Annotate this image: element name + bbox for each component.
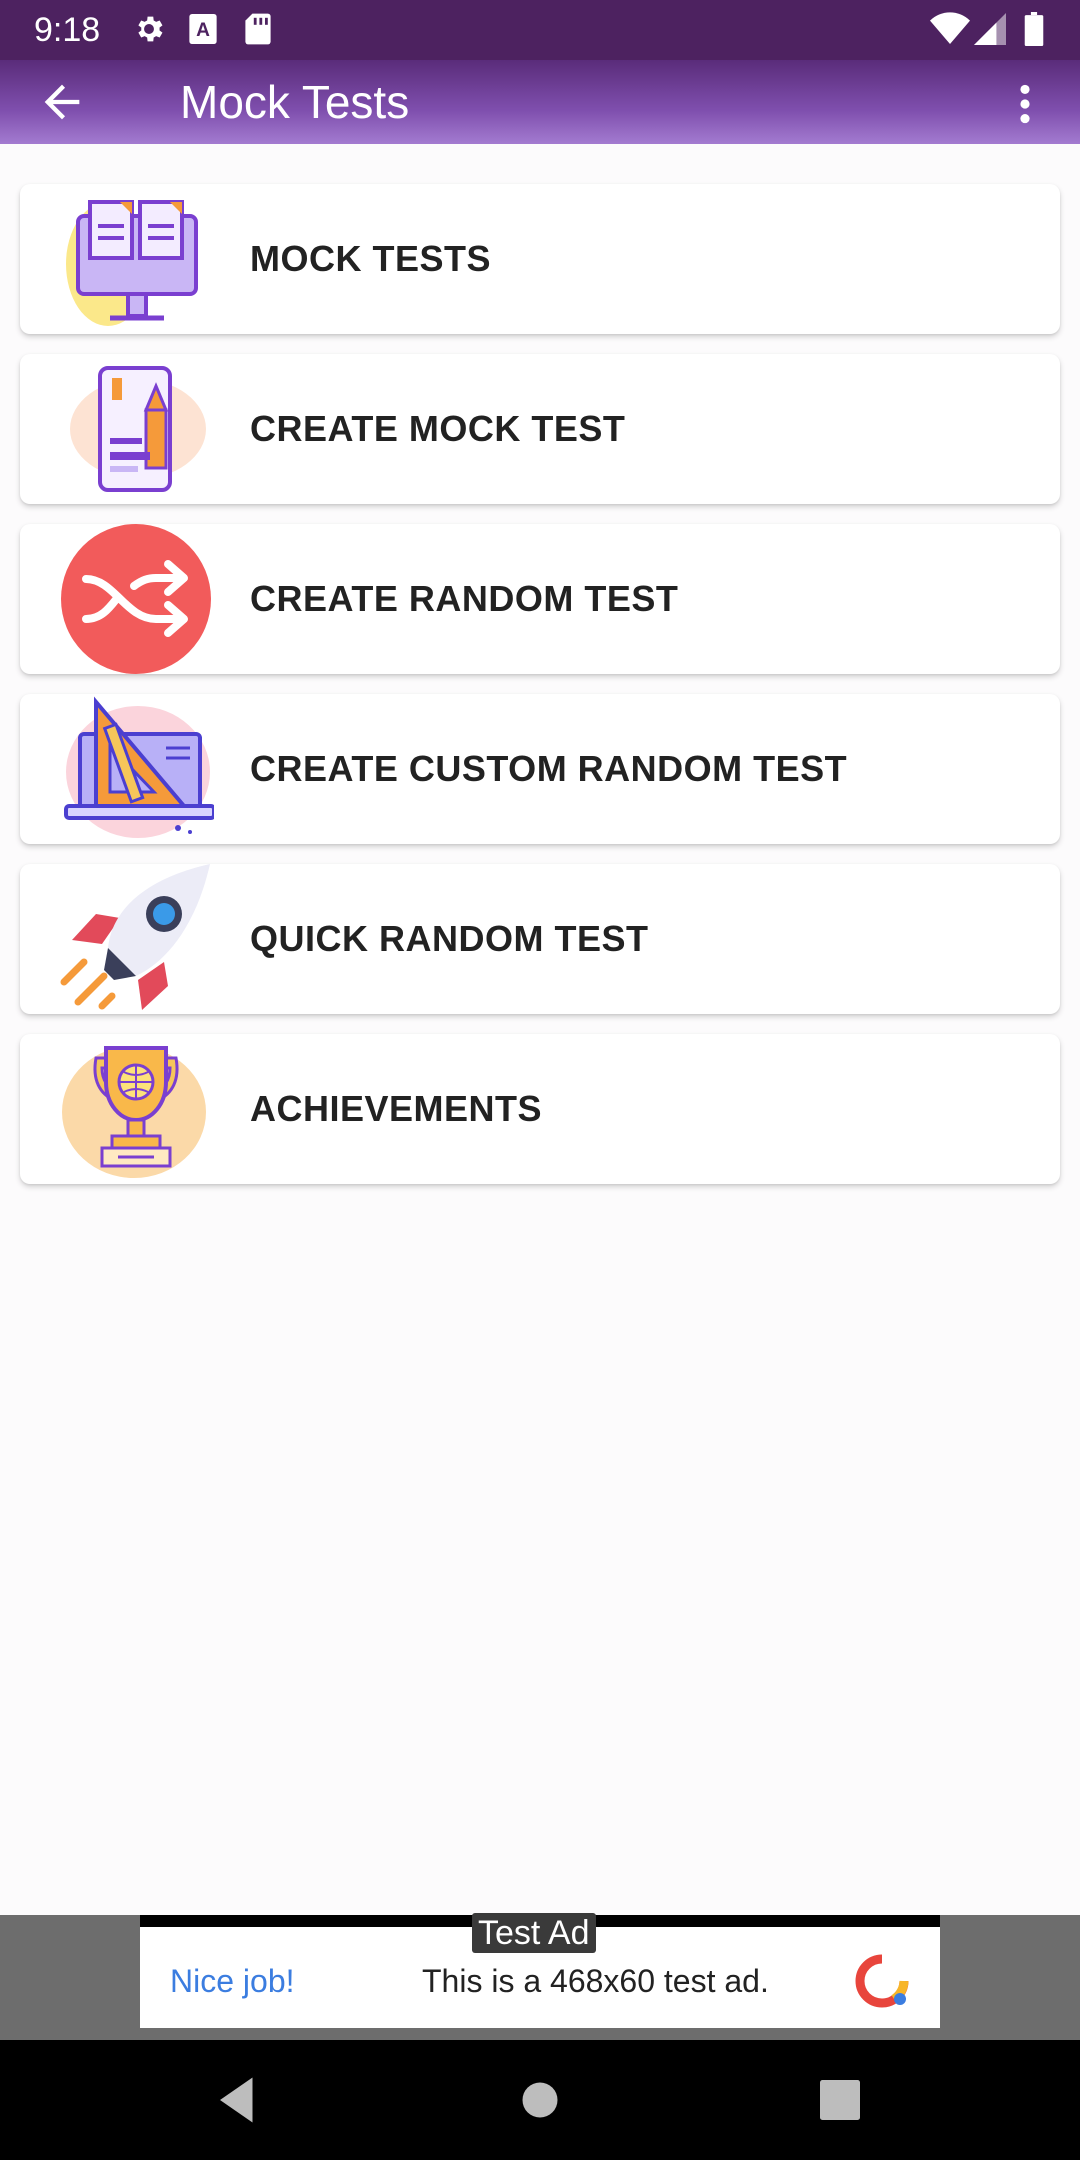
back-triangle-icon [220,2077,253,2123]
menu-item-achievements[interactable]: ACHIEVEMENTS [20,1034,1060,1184]
ad-logo-icon [854,1953,910,2009]
menu-item-mock-tests[interactable]: MOCK TESTS [20,184,1060,334]
ad-tag: Test Ad [472,1913,596,1953]
sd-card-icon [244,12,272,51]
back-button[interactable] [36,76,96,128]
home-circle-icon [522,2082,558,2118]
menu-item-create-custom-random-test[interactable]: CREATE CUSTOM RANDOM TEST [20,694,1060,844]
status-time: 9:18 [34,11,101,49]
page-title: Mock Tests [180,76,410,128]
trophy-icon [58,1034,214,1184]
status-bar: 9:18 A [0,0,1080,60]
more-vert-icon [1020,84,1030,124]
wifi-icon [930,12,970,51]
arrow-back-icon [44,84,80,120]
menu-item-label: CREATE CUSTOM RANDOM TEST [250,748,848,789]
menu-item-quick-random-test[interactable]: QUICK RANDOM TEST [20,864,1060,1014]
svg-text:A: A [196,20,210,41]
rocket-icon [58,864,214,1014]
menu-item-create-random-test[interactable]: CREATE RANDOM TEST [20,524,1060,674]
nav-recents-button[interactable] [810,2070,870,2130]
menu-item-create-mock-test[interactable]: CREATE MOCK TEST [20,354,1060,504]
nav-bar [0,2040,1080,2160]
menu-item-label: QUICK RANDOM TEST [250,918,649,959]
laptop-ruler-icon [58,694,216,844]
battery-icon [1024,12,1044,51]
computer-documents-icon [58,184,214,334]
a-icon: A [188,12,218,51]
signal-icon [974,12,1006,51]
tablet-pencil-icon [58,354,214,504]
recents-square-icon [820,2080,860,2120]
menu-item-label: ACHIEVEMENTS [250,1088,543,1129]
ad-area: Nice job! This is a 468x60 test ad. Test… [0,1913,1080,2040]
overflow-menu-button[interactable] [1000,76,1050,132]
shuffle-icon [58,524,214,674]
gear-icon [132,12,166,51]
menu-list: MOCK TESTS CREATE MOCK TEST CREATE RANDO… [20,184,1060,1204]
menu-item-label: CREATE RANDOM TEST [250,578,679,619]
nav-home-button[interactable] [510,2070,570,2130]
ad-cta-text[interactable]: Nice job! [170,1963,295,2000]
app-bar: Mock Tests [0,60,1080,144]
nav-back-button[interactable] [210,2070,270,2130]
menu-item-label: CREATE MOCK TEST [250,408,626,449]
ad-text: This is a 468x60 test ad. [422,1963,769,1999]
menu-item-label: MOCK TESTS [250,238,492,279]
